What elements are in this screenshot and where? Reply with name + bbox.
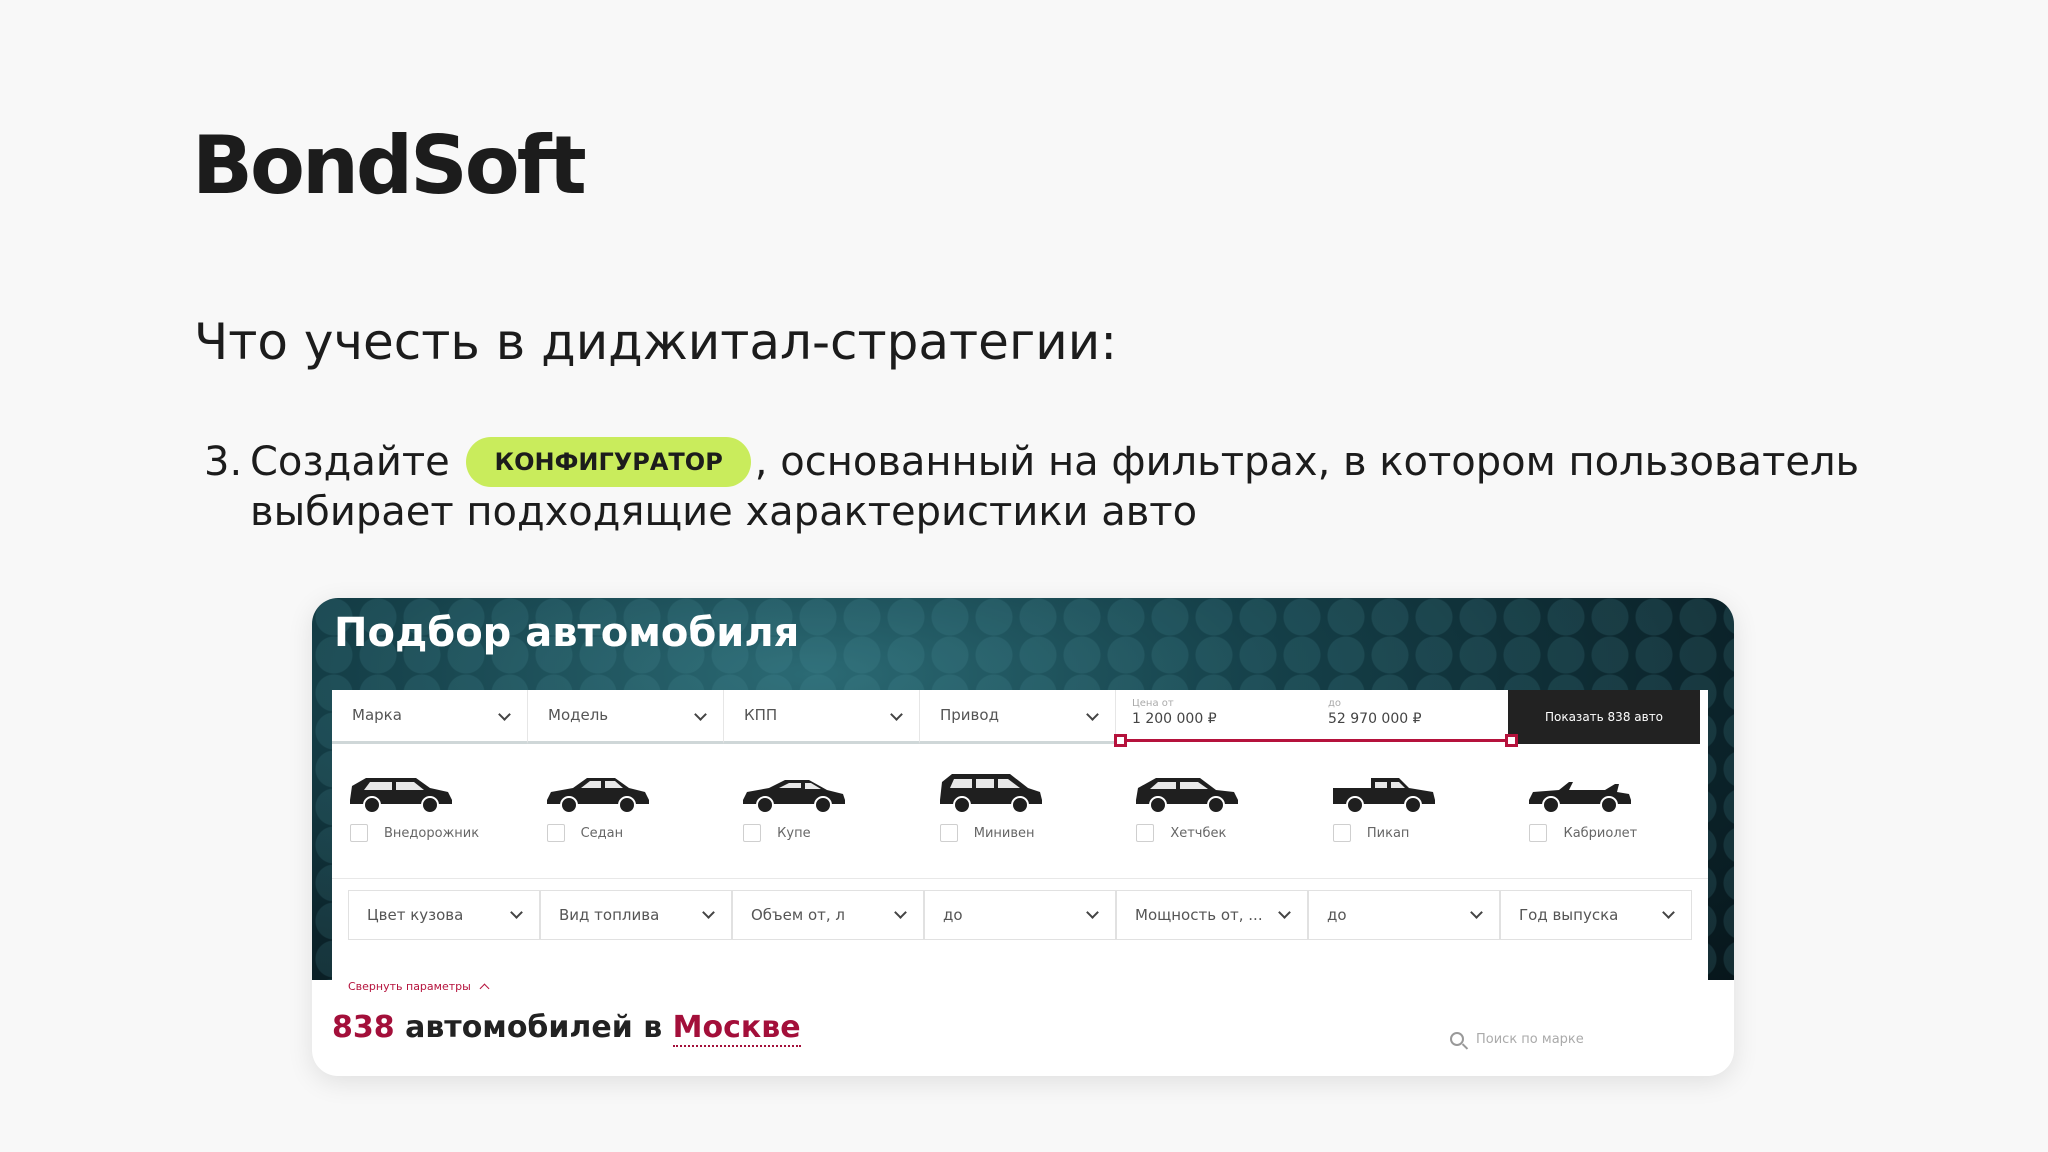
checkbox-sedan[interactable] [546, 824, 565, 842]
configurator-title: Подбор автомобиля [334, 610, 800, 656]
body-type-sedan[interactable]: Седан [529, 770, 726, 850]
price-from-label: Цена от [1132, 698, 1174, 709]
volume-from-select[interactable]: Объем от, л [732, 890, 924, 940]
gearbox-select-label: КПП [744, 706, 778, 724]
search-placeholder: Поиск по марке [1476, 1032, 1584, 1047]
brand-search[interactable]: Поиск по марке [1450, 1032, 1584, 1047]
search-icon [1450, 1032, 1464, 1046]
minivan-icon [939, 774, 1042, 814]
price-range-max-handle[interactable] [1505, 734, 1518, 747]
year-select-label: Год выпуска [1519, 906, 1619, 924]
chevron-down-icon [1086, 708, 1099, 721]
coupe-icon [743, 780, 846, 814]
point-line-1: Создайте КОНФИГУРАТОР, основанный на фил… [250, 436, 1859, 488]
body-type-label: Купе [777, 826, 811, 841]
brand-logo: BondSoft [192, 119, 587, 212]
body-type-label: Пикап [1366, 826, 1410, 841]
checkbox-hatchback[interactable] [1136, 824, 1155, 842]
point-before: Создайте [250, 439, 450, 485]
model-select[interactable]: Модель [528, 690, 724, 744]
model-select-label: Модель [548, 706, 609, 724]
price-from-value: 1 200 000 ₽ [1132, 711, 1217, 727]
year-select[interactable]: Год выпуска [1500, 890, 1692, 940]
city-selector[interactable]: Москве [672, 1010, 801, 1047]
filter-row-1: Марка Модель КПП Привод Цена от 1 200 00… [332, 690, 1708, 744]
results-text: автомобилей в [405, 1010, 663, 1045]
drive-select-label: Привод [940, 706, 999, 724]
volume-from-select-label: Объем от, л [751, 906, 846, 924]
body-type-minivan[interactable]: Минивен [922, 770, 1119, 850]
brand-select[interactable]: Марка [332, 690, 528, 744]
configurator-badge: КОНФИГУРАТОР [466, 437, 751, 487]
volume-to-select-label: до [943, 906, 963, 924]
point-after: , основанный на фильтрах, в котором поль… [754, 439, 1860, 485]
fuel-select[interactable]: Вид топлива [540, 890, 732, 940]
price-range-min-handle[interactable] [1114, 734, 1127, 747]
chevron-down-icon [498, 708, 511, 721]
power-from-select-label: Мощность от, ... [1135, 906, 1263, 924]
body-type-cabriolet[interactable]: Кабриолет [1511, 770, 1708, 850]
drive-select[interactable]: Привод [920, 690, 1116, 744]
power-from-select[interactable]: Мощность от, ... [1116, 890, 1308, 940]
body-type-label: Минивен [973, 826, 1035, 841]
price-to-field[interactable]: до 52 970 000 ₽ [1312, 690, 1508, 744]
slide-heading: Что учесть в диджитал-стратегии: [194, 313, 1118, 371]
brand-select-label: Марка [352, 706, 402, 724]
body-type-label: Седан [580, 826, 624, 841]
checkbox-minivan[interactable] [939, 824, 958, 842]
point-number: 3. [204, 439, 243, 485]
price-to-value: 52 970 000 ₽ [1328, 711, 1422, 727]
body-type-row: Внедорожник Седан Купе Минивен Хетчбек П… [332, 770, 1708, 850]
checkbox-pickup[interactable] [1332, 824, 1351, 842]
volume-to-select[interactable]: до [924, 890, 1116, 940]
filter-panel: Марка Модель КПП Привод Цена от 1 200 00… [332, 690, 1708, 1008]
price-range-slider[interactable] [1114, 734, 1518, 747]
chevron-down-icon [890, 708, 903, 721]
body-type-hatchback[interactable]: Хетчбек [1118, 770, 1315, 850]
chevron-down-icon [1086, 906, 1099, 919]
body-type-suv[interactable]: Внедорожник [332, 770, 529, 850]
body-type-label: Внедорожник [384, 826, 480, 841]
results-count: 838 автомобилей в Москве [332, 1010, 801, 1047]
power-to-select-label: до [1327, 906, 1347, 924]
chevron-down-icon [1278, 906, 1291, 919]
checkbox-suv[interactable] [350, 824, 368, 842]
hatchback-icon [1136, 778, 1239, 814]
price-to-label: до [1328, 698, 1342, 709]
checkbox-coupe[interactable] [743, 824, 762, 842]
body-type-pickup[interactable]: Пикап [1315, 770, 1512, 850]
chevron-down-icon [694, 708, 707, 721]
chevron-up-icon [479, 983, 490, 994]
checkbox-cabriolet[interactable] [1529, 824, 1548, 842]
body-type-label: Хетчбек [1170, 826, 1227, 841]
cabriolet-icon [1529, 782, 1632, 814]
sedan-icon [546, 778, 649, 814]
point-line-2: выбирает подходящие характеристики авто [250, 489, 1198, 535]
divider [332, 878, 1708, 879]
suv-icon [350, 778, 452, 814]
chevron-down-icon [894, 906, 907, 919]
configurator-screenshot: Подбор автомобиля Марка Модель КПП Приво… [312, 598, 1734, 1076]
show-results-button[interactable]: Показать 838 авто [1508, 690, 1700, 744]
body-type-label: Кабриолет [1563, 826, 1638, 841]
chevron-down-icon [510, 906, 523, 919]
gearbox-select[interactable]: КПП [724, 690, 920, 744]
color-select-label: Цвет кузова [367, 906, 464, 924]
price-from-field[interactable]: Цена от 1 200 000 ₽ [1116, 690, 1312, 744]
filter-row-2: Цвет кузова Вид топлива Объем от, л до М… [348, 890, 1692, 940]
chevron-down-icon [702, 906, 715, 919]
chevron-down-icon [1470, 906, 1483, 919]
power-to-select[interactable]: до [1308, 890, 1500, 940]
results-number: 838 [332, 1010, 395, 1045]
chevron-down-icon [1662, 906, 1675, 919]
collapse-params-link[interactable]: Свернуть параметры [348, 980, 490, 994]
collapse-params-label: Свернуть параметры [348, 980, 471, 993]
pickup-icon [1332, 778, 1435, 814]
fuel-select-label: Вид топлива [559, 906, 660, 924]
body-type-coupe[interactable]: Купе [725, 770, 922, 850]
color-select[interactable]: Цвет кузова [348, 890, 540, 940]
